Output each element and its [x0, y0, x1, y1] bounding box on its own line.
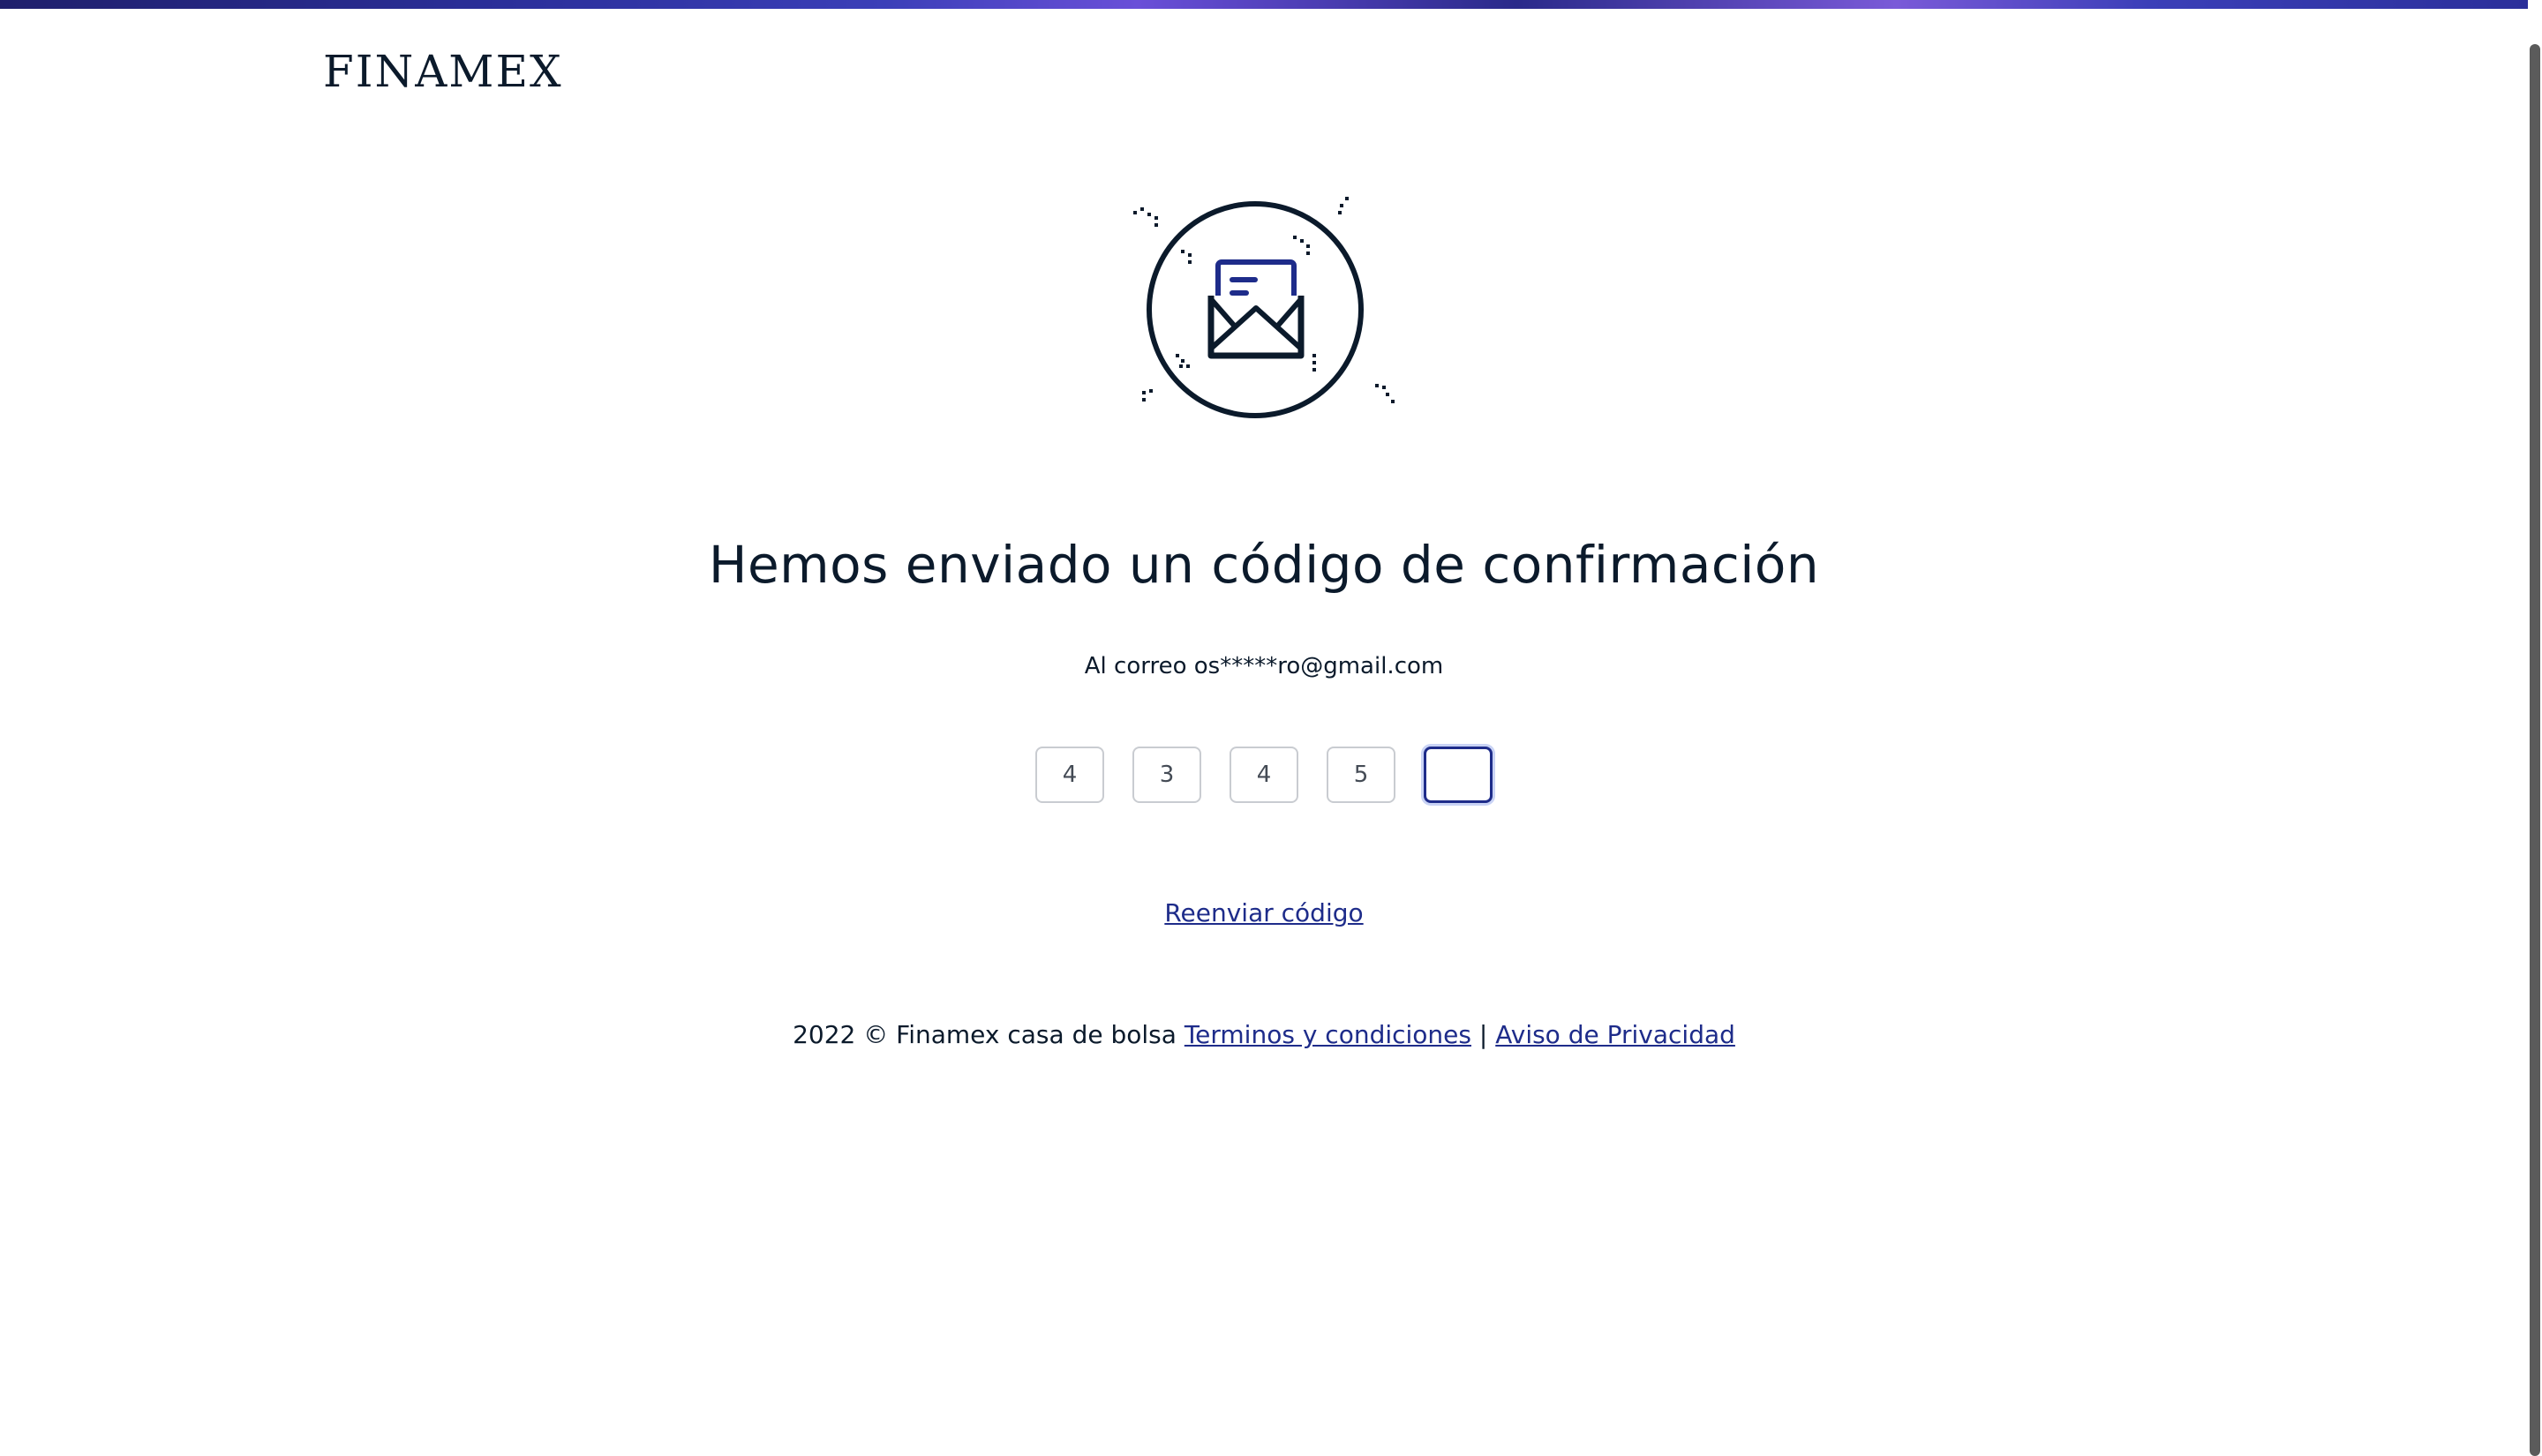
- masked-email-text: Al correo os*****ro@gmail.com: [1084, 653, 1444, 679]
- code-digit-5[interactable]: [1424, 747, 1493, 803]
- terms-link[interactable]: Terminos y condiciones: [1185, 1020, 1471, 1049]
- privacy-link[interactable]: Aviso de Privacidad: [1495, 1020, 1735, 1049]
- code-digit-1[interactable]: [1035, 747, 1104, 803]
- code-digit-4[interactable]: [1327, 747, 1395, 803]
- top-gradient-bar: [0, 0, 2528, 9]
- footer-copyright: 2022 © Finamex casa de bolsa: [793, 1020, 1177, 1049]
- envelope-open-icon: [1133, 197, 1395, 418]
- scrollbar-thumb[interactable]: [2530, 44, 2540, 1456]
- email-sent-illustration: [1121, 190, 1403, 419]
- confirmation-code-inputs: [0, 747, 2528, 803]
- footer: 2022 © Finamex casa de bolsa Terminos y …: [0, 1020, 2528, 1049]
- finamex-logo: FINAMEX: [323, 46, 563, 97]
- footer-separator: |: [1478, 1020, 1488, 1049]
- code-digit-3[interactable]: [1230, 747, 1298, 803]
- resend-container: Reenviar código: [0, 898, 2528, 927]
- code-digit-2[interactable]: [1132, 747, 1201, 803]
- page-scrollbar[interactable]: [2528, 0, 2542, 1456]
- resend-code-link[interactable]: Reenviar código: [1164, 898, 1363, 927]
- page-title: Hemos enviado un código de confirmación: [708, 535, 1820, 595]
